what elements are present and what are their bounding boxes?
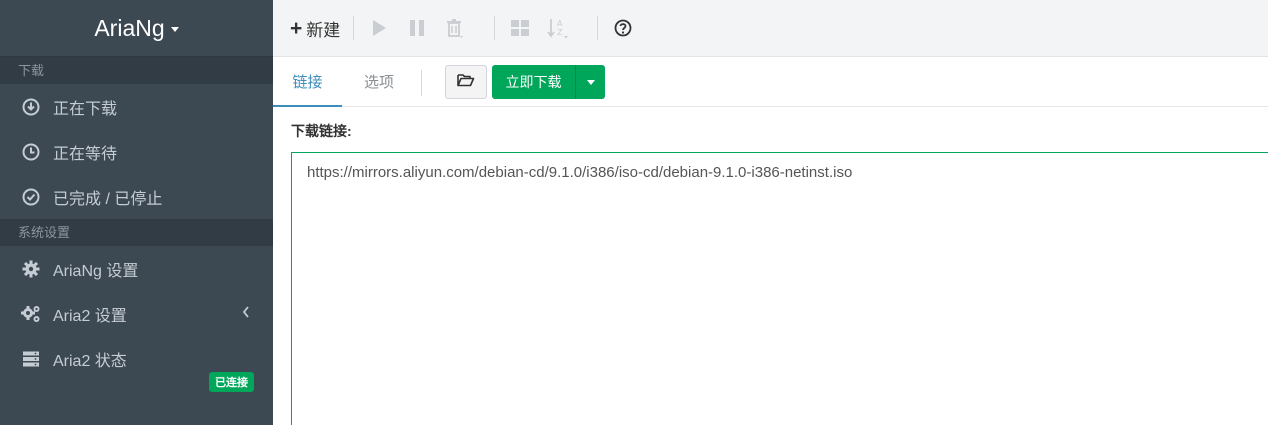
- gears-icon: [20, 303, 42, 325]
- trash-icon[interactable]: [443, 16, 467, 40]
- download-now-button[interactable]: 立即下载: [492, 65, 576, 99]
- download-now-button-group: 立即下载: [492, 65, 605, 99]
- sidebar-item-stopped[interactable]: 已完成 / 已停止: [0, 174, 273, 219]
- sidebar-item-label: 正在下载: [53, 100, 118, 118]
- tab-links[interactable]: 链接: [273, 58, 342, 107]
- sidebar-item-label: AriaNg 设置: [53, 262, 139, 280]
- section-header-settings: 系统设置: [0, 219, 273, 246]
- toolbar-divider: [353, 16, 355, 40]
- section-header-download: 下载: [0, 57, 273, 84]
- sidebar-item-waiting[interactable]: 正在等待: [0, 129, 273, 174]
- open-file-button[interactable]: [445, 65, 487, 99]
- links-textarea[interactable]: https://mirrors.aliyun.com/debian-cd/9.1…: [291, 152, 1268, 425]
- download-circle-icon: [20, 96, 42, 118]
- download-options-dropdown[interactable]: [576, 65, 605, 99]
- folder-open-icon: [457, 73, 475, 92]
- sidebar-item-ariang-settings[interactable]: AriaNg 设置: [0, 246, 273, 291]
- sort-alpha-icon[interactable]: AZ: [546, 16, 570, 40]
- toolbar: + 新建 AZ: [273, 0, 1268, 57]
- caret-down-icon: [586, 79, 595, 85]
- clock-icon: [20, 141, 42, 163]
- tab-options[interactable]: 选项: [345, 58, 413, 107]
- play-icon[interactable]: [367, 16, 391, 40]
- caret-down-icon: [170, 27, 179, 32]
- tabs-row: 链接 选项 立即下载: [273, 58, 1268, 107]
- sidebar: AriaNg 下载 正在下载 正在等待 已完成 / 已停止 系统设置 AriaN…: [0, 0, 273, 425]
- gear-icon: [20, 258, 42, 280]
- brand-title: AriaNg: [94, 14, 165, 41]
- brand-dropdown[interactable]: AriaNg: [0, 0, 273, 57]
- new-task-label: 新建: [306, 20, 341, 40]
- sidebar-item-aria2-settings[interactable]: Aria2 设置: [0, 291, 273, 336]
- svg-text:Z: Z: [557, 28, 563, 37]
- sidebar-item-label: Aria2 状态: [53, 352, 127, 370]
- pause-icon[interactable]: [405, 16, 429, 40]
- plus-icon: +: [290, 16, 303, 40]
- help-icon[interactable]: [611, 16, 635, 40]
- grid-icon[interactable]: [508, 16, 532, 40]
- tabs-divider: [421, 70, 422, 96]
- toolbar-divider: [494, 16, 496, 40]
- svg-text:A: A: [557, 19, 563, 28]
- sidebar-item-label: 已完成 / 已停止: [53, 190, 163, 208]
- toolbar-divider: [597, 16, 599, 40]
- links-label: 下载链接:: [291, 123, 352, 139]
- sidebar-item-downloading[interactable]: 正在下载: [0, 84, 273, 129]
- check-circle-icon: [20, 186, 42, 208]
- sidebar-item-label: 正在等待: [53, 145, 118, 163]
- new-task-button[interactable]: + 新建: [290, 13, 340, 43]
- chevron-left-icon: [241, 305, 251, 324]
- status-badge: 已连接: [209, 372, 254, 392]
- sidebar-item-label: Aria2 设置: [53, 307, 127, 325]
- server-icon: [20, 348, 42, 370]
